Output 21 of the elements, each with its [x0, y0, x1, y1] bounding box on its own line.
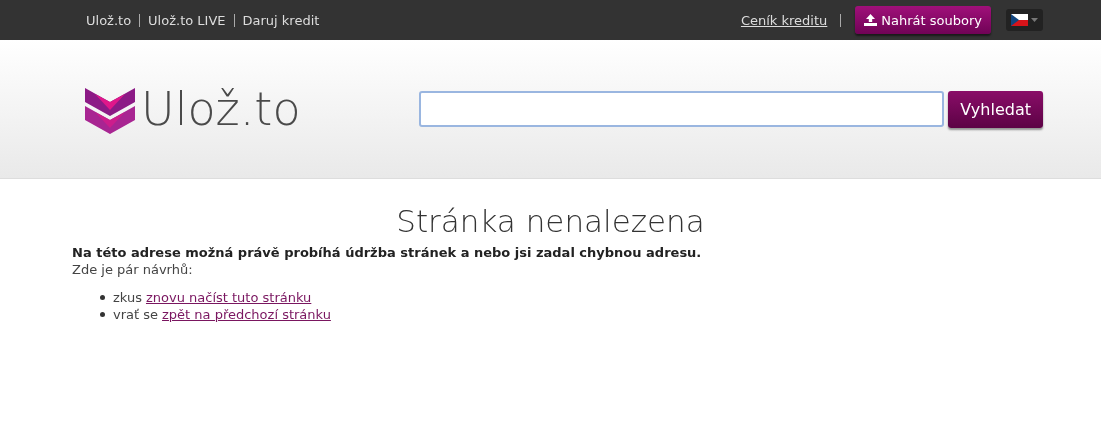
caret-icon [1031, 18, 1038, 22]
hint-text: Zde je pár návrhů: [72, 262, 194, 277]
nav-link[interactable]: Ulož.to [78, 12, 140, 28]
error-message: Na této adrese možná právě probíhá údržba stránek a nebo jsi zadal chybnou adresu. [72, 245, 703, 260]
suggestion-text: vrať se [113, 307, 158, 322]
search-field[interactable] [418, 91, 945, 127]
suggestion-text: zkus [113, 290, 142, 305]
page-title: Stránka nenalezena [395, 203, 706, 239]
language-selector[interactable] [1006, 9, 1043, 31]
upload-icon [864, 14, 878, 26]
bullet-icon [100, 295, 105, 300]
bullet-icon [100, 312, 105, 317]
suggestion-link[interactable]: zpět na předchozí stránku [162, 307, 331, 322]
pricing-link[interactable]: Ceník kreditu [740, 12, 828, 28]
flag-icon [1011, 14, 1028, 26]
nav-link[interactable]: Ulož.to LIVE [140, 12, 234, 28]
upload-button[interactable]: Nahrát soubory [855, 6, 991, 34]
nav-link[interactable]: Daruj kredit [234, 12, 328, 28]
logo-text: Ulož.to [141, 82, 301, 136]
suggestion-link[interactable]: znovu načíst tuto stránku [145, 290, 312, 305]
search-button[interactable]: Vyhledat [948, 90, 1043, 128]
